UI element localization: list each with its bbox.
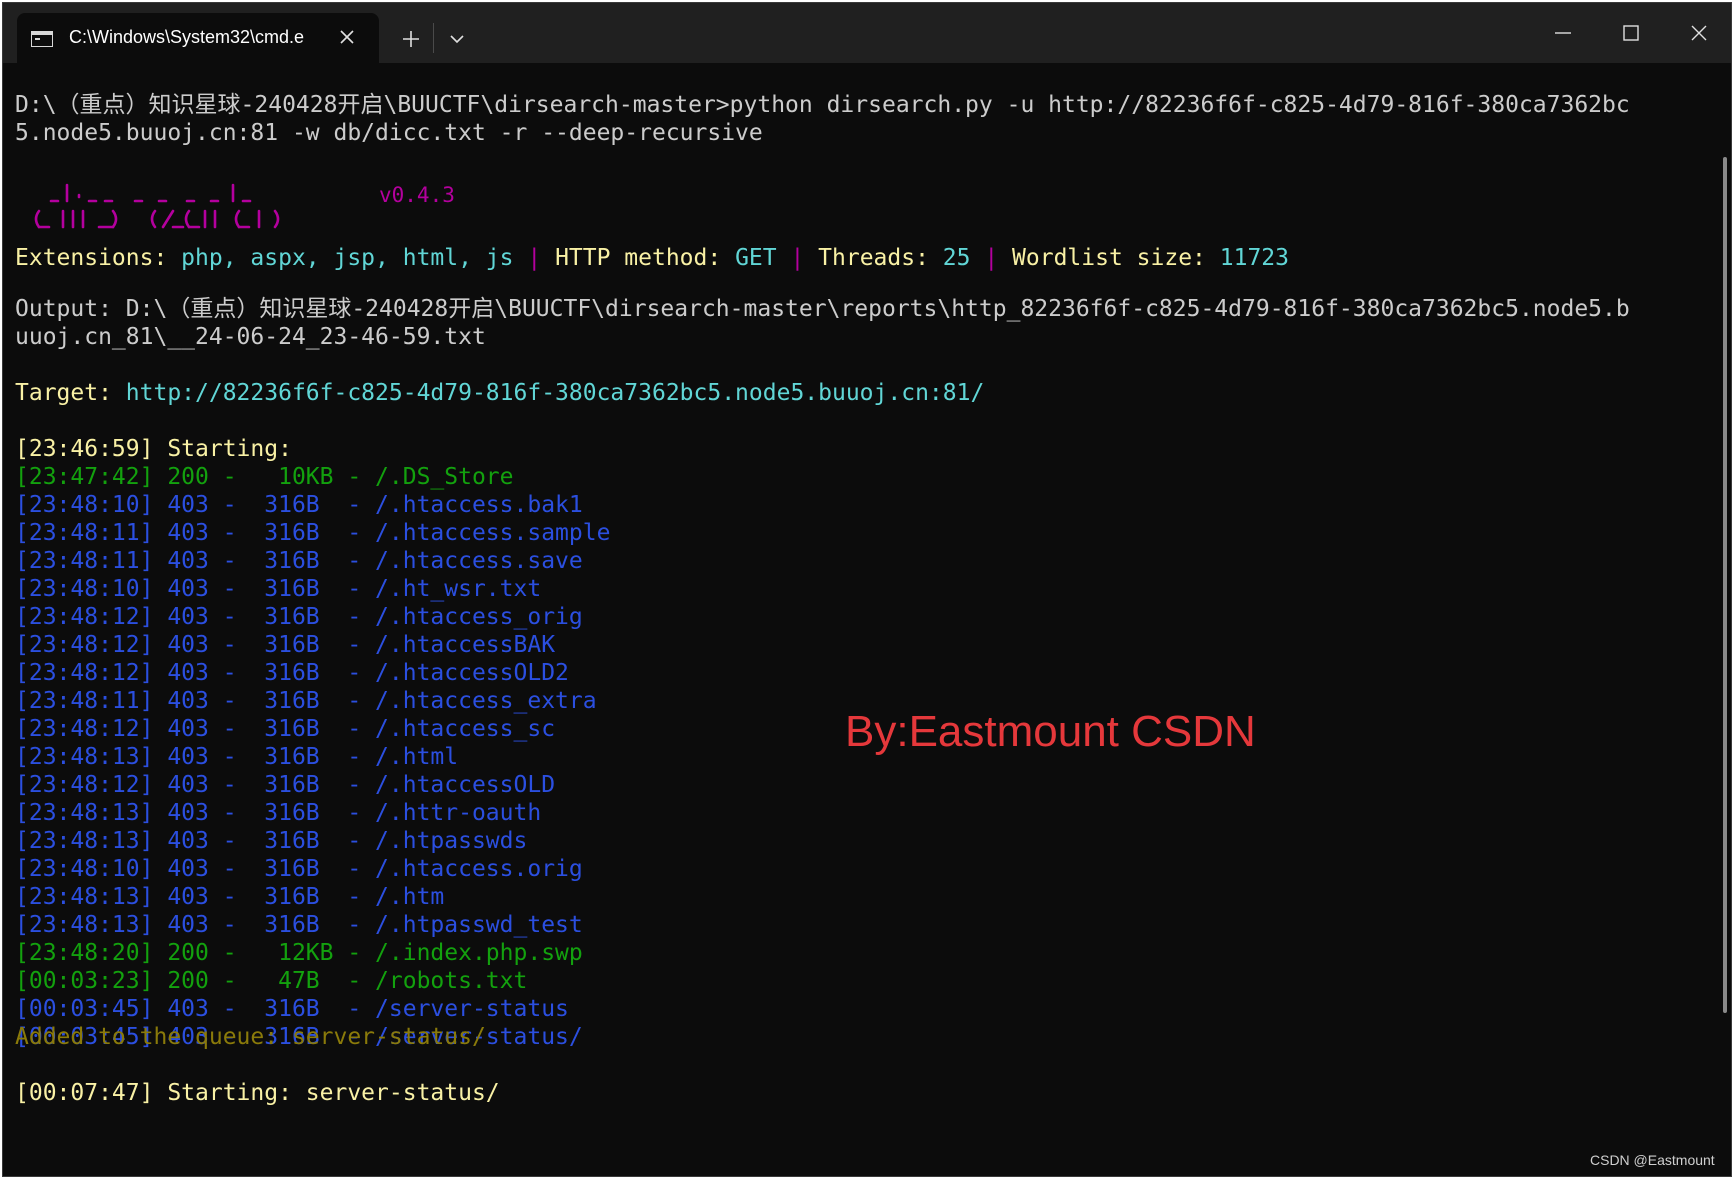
result-row: [23:48:12] 403 - 316B - /.htaccessOLD2 <box>15 660 569 686</box>
command-line-wrap: 5.node5.buuoj.cn:81 -w db/dicc.txt -r --… <box>15 120 763 146</box>
credit-text: CSDN @Eastmount <box>1590 1152 1715 1168</box>
result-row: [23:48:12] 403 - 316B - /.htaccess_sc <box>15 716 556 742</box>
starting-line: [23:46:59] Starting: <box>15 436 292 462</box>
terminal-output[interactable]: D:\（重点）知识星球-240428开启\BUUCTF\dirsearch-ma… <box>3 63 1731 1176</box>
tab-title: C:\Windows\System32\cmd.e <box>69 27 305 47</box>
close-icon[interactable] <box>1677 15 1721 51</box>
scrollbar[interactable] <box>1723 157 1727 1013</box>
config-separator: | <box>513 245 556 271</box>
result-row: [23:48:10] 403 - 316B - /.ht_wsr.txt <box>15 576 542 602</box>
http-method-label: HTTP method: <box>555 245 736 271</box>
result-row: [23:48:13] 403 - 316B - /.htpasswds <box>15 828 528 854</box>
title-bar: C:\Windows\System32\cmd.e <box>3 3 1731 63</box>
target-line: Target: http://82236f6f-c825-4d79-816f-3… <box>15 379 984 407</box>
watermark-text: By:Eastmount CSDN <box>845 707 1256 756</box>
terminal-window: C:\Windows\System32\cmd.e D:\（重点）知识星球-24… <box>2 2 1732 1177</box>
terminal-icon <box>31 31 53 47</box>
version-label: v0.4.3 <box>379 183 455 207</box>
wordlist-label: Wordlist size: <box>1012 245 1220 271</box>
dirsearch-ascii-logo <box>34 183 280 229</box>
new-tab-icon[interactable] <box>395 25 427 53</box>
output-path-wrap: uuoj.cn_81\__24-06-24_23-46-59.txt <box>15 324 486 350</box>
result-row: [23:48:20] 200 - 12KB - /.index.php.swp <box>15 940 583 966</box>
result-row: [23:48:12] 403 - 316B - /.htaccess_orig <box>15 604 583 630</box>
maximize-icon[interactable] <box>1609 15 1653 51</box>
titlebar-divider <box>433 23 434 53</box>
minimize-icon[interactable] <box>1541 15 1585 51</box>
config-line: Extensions: php, aspx, jsp, html, js | H… <box>15 244 1289 272</box>
result-row: [23:48:10] 403 - 316B - /.htaccess.bak1 <box>15 492 583 518</box>
result-row: [23:48:10] 403 - 316B - /.htaccess.orig <box>15 856 583 882</box>
result-row: [23:47:42] 200 - 10KB - /.DS_Store <box>15 464 514 490</box>
result-row: [23:48:13] 403 - 316B - /.html <box>15 744 459 770</box>
threads-value: 25 <box>942 245 971 271</box>
result-row: [23:48:11] 403 - 316B - /.htaccess.save <box>15 548 583 574</box>
starting-line-recursive: [00:07:47] Starting: server-status/ <box>15 1080 500 1106</box>
wordlist-value: 11723 <box>1219 245 1290 271</box>
config-separator: | <box>776 245 819 271</box>
result-row: [23:48:11] 403 - 316B - /.htaccess_extra <box>15 688 597 714</box>
tab-close-icon[interactable] <box>335 25 359 49</box>
result-row: [23:48:12] 403 - 316B - /.htaccessOLD <box>15 772 556 798</box>
queue-line: Added to the queue: server-status/ <box>15 1024 486 1050</box>
chevron-down-icon[interactable] <box>441 25 473 53</box>
http-method-value: GET <box>735 245 777 271</box>
target-label: Target: <box>15 380 126 406</box>
command-line: D:\（重点）知识星球-240428开启\BUUCTF\dirsearch-ma… <box>15 92 1630 118</box>
result-row: [00:03:23] 200 - 47B - /robots.txt <box>15 968 528 994</box>
target-url: http://82236f6f-c825-4d79-816f-380ca7362… <box>125 380 985 406</box>
result-row: [23:48:12] 403 - 316B - /.htaccessBAK <box>15 632 556 658</box>
result-row: [23:48:13] 403 - 316B - /.htpasswd_test <box>15 912 583 938</box>
tab-cmd[interactable]: C:\Windows\System32\cmd.e <box>17 13 379 63</box>
result-row: [23:48:13] 403 - 316B - /.htm <box>15 884 445 910</box>
extensions-value: php, aspx, jsp, html, js <box>181 245 514 271</box>
result-row: [00:03:45] 403 - 316B - /server-status <box>15 996 569 1022</box>
output-path-line: Output: D:\（重点）知识星球-240428开启\BUUCTF\dirs… <box>15 296 1630 322</box>
result-row: [23:48:13] 403 - 316B - /.httr-oauth <box>15 800 542 826</box>
config-separator: | <box>970 245 1013 271</box>
result-row: [23:48:11] 403 - 316B - /.htaccess.sampl… <box>15 520 611 546</box>
extensions-label: Extensions: <box>15 245 182 271</box>
threads-label: Threads: <box>818 245 943 271</box>
